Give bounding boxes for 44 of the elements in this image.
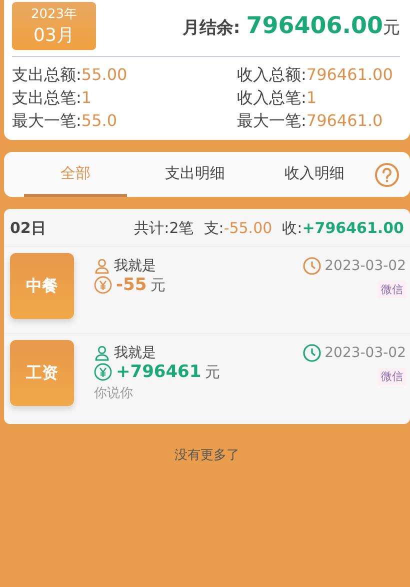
amount: -55 — [116, 275, 147, 295]
balance-unit: 元 — [383, 17, 400, 39]
expense-label: 支: — [204, 219, 224, 238]
stat-value: 55.00 — [81, 65, 128, 84]
stat-value: 1 — [81, 88, 92, 107]
stat-label: 支出总笔: — [12, 88, 82, 109]
clock-icon — [302, 344, 321, 362]
stat-label: 最大一笔: — [237, 111, 306, 132]
help-icon[interactable] — [374, 162, 400, 188]
category-tile: 工资 — [10, 340, 74, 406]
no-more-text: 没有更多了 — [174, 447, 240, 464]
record-item[interactable]: 工资 我就是 +796461 元 你说你 2023-03-02 微信 — [4, 333, 410, 420]
tab[interactable]: 收入明细 — [262, 152, 366, 197]
stat-label: 收入总额: — [237, 65, 306, 86]
stat-value: 1 — [306, 88, 317, 107]
stat-value: 796461.00 — [306, 65, 393, 84]
stat-label: 收入总笔: — [237, 88, 306, 109]
payment-tag: 微信 — [378, 368, 406, 385]
income-label: 收: — [282, 219, 302, 238]
person-name: 我就是 — [114, 257, 156, 275]
day-date: 02日 — [10, 219, 46, 238]
record-note: 你说你 — [94, 385, 134, 402]
balance-value: 796406.00 — [246, 13, 383, 39]
amount: +796461 — [116, 362, 202, 382]
stat-value: 55.0 — [81, 111, 118, 130]
amount-unit: 元 — [205, 362, 220, 382]
record-date: 2023-03-02 — [324, 258, 406, 274]
amount-unit: 元 — [150, 276, 166, 294]
day-expense: -55.00 — [224, 219, 272, 237]
day-income: +796461.00 — [302, 219, 404, 237]
clock-icon — [302, 257, 321, 275]
record-date: 2023-03-02 — [324, 345, 406, 361]
tab[interactable]: 支出明细 — [143, 152, 247, 197]
person-name: 我就是 — [114, 344, 156, 362]
stat-label: 支出总额: — [12, 65, 82, 86]
record-item[interactable]: 中餐 我就是 -55 元 2023-03-02 微信 — [4, 246, 410, 333]
payment-tag: 微信 — [378, 281, 406, 298]
category-tile: 中餐 — [10, 253, 74, 319]
stat-value: 796461.0 — [306, 111, 383, 130]
yuan-icon — [94, 276, 112, 294]
day-count: 共计:2笔 — [134, 219, 194, 238]
balance-label: 月结余: — [182, 17, 240, 39]
yuan-icon — [94, 363, 112, 381]
stat-label: 最大一笔: — [12, 111, 82, 132]
